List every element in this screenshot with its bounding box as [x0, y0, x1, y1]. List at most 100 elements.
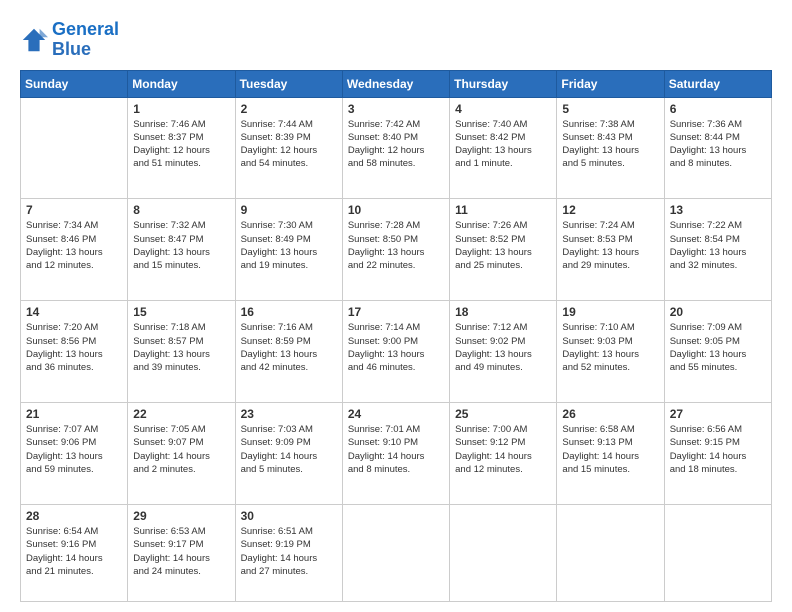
day-number: 17 [348, 305, 444, 319]
logo-icon [20, 26, 48, 54]
calendar-cell: 6Sunrise: 7:36 AM Sunset: 8:44 PM Daylig… [664, 97, 771, 199]
day-info: Sunrise: 7:24 AM Sunset: 8:53 PM Dayligh… [562, 219, 658, 272]
weekday-friday: Friday [557, 70, 664, 97]
calendar-table: SundayMondayTuesdayWednesdayThursdayFrid… [20, 70, 772, 602]
calendar-cell [664, 504, 771, 601]
day-number: 2 [241, 102, 337, 116]
day-info: Sunrise: 7:26 AM Sunset: 8:52 PM Dayligh… [455, 219, 551, 272]
day-info: Sunrise: 6:58 AM Sunset: 9:13 PM Dayligh… [562, 423, 658, 476]
day-number: 27 [670, 407, 766, 421]
day-number: 1 [133, 102, 229, 116]
calendar-cell: 13Sunrise: 7:22 AM Sunset: 8:54 PM Dayli… [664, 199, 771, 301]
day-info: Sunrise: 7:40 AM Sunset: 8:42 PM Dayligh… [455, 118, 551, 171]
day-number: 9 [241, 203, 337, 217]
day-number: 22 [133, 407, 229, 421]
calendar-cell: 16 Sunrise: 7:16 AM Sunset: 8:59 PM Dayli… [235, 301, 342, 403]
day-info: Sunrise: 7:10 AM Sunset: 9:03 PM Dayligh… [562, 321, 658, 374]
day-number: 4 [455, 102, 551, 116]
day-info: Sunrise: 7:36 AM Sunset: 8:44 PM Dayligh… [670, 118, 766, 171]
week-row-2: 7 Sunrise: 7:34 AM Sunset: 8:46 PM Daylig… [21, 199, 772, 301]
day-info: Sunrise: 7:14 AM Sunset: 9:00 PM Dayligh… [348, 321, 444, 374]
week-row-1: 1 Sunrise: 7:46 AM Sunset: 8:37 PM Daylig… [21, 97, 772, 199]
calendar-cell: 5 Sunrise: 7:38 AM Sunset: 8:43 PM Daylig… [557, 97, 664, 199]
calendar-cell: 20 Sunrise: 7:09 AM Sunset: 9:05 PM Dayli… [664, 301, 771, 403]
day-info: Sunrise: 7:32 AM Sunset: 8:47 PM Dayligh… [133, 219, 229, 272]
logo-text: General Blue [52, 20, 119, 60]
day-info: Sunrise: 6:56 AM Sunset: 9:15 PM Dayligh… [670, 423, 766, 476]
day-info: Sunrise: 7:16 AM Sunset: 8:59 PM Dayligh… [241, 321, 337, 374]
calendar-cell: 3 Sunrise: 7:42 AM Sunset: 8:40 PM Daylig… [342, 97, 449, 199]
day-number: 7 [26, 203, 122, 217]
day-info: Sunrise: 6:51 AM Sunset: 9:19 PM Dayligh… [241, 525, 337, 578]
day-info: Sunrise: 6:54 AM Sunset: 9:16 PM Dayligh… [26, 525, 122, 578]
calendar-cell: 18 Sunrise: 7:12 AM Sunset: 9:02 PM Dayli… [450, 301, 557, 403]
day-number: 20 [670, 305, 766, 319]
calendar-cell: 2Sunrise: 7:44 AM Sunset: 8:39 PM Daylig… [235, 97, 342, 199]
day-info: Sunrise: 6:53 AM Sunset: 9:17 PM Dayligh… [133, 525, 229, 578]
weekday-tuesday: Tuesday [235, 70, 342, 97]
day-number: 26 [562, 407, 658, 421]
day-number: 16 [241, 305, 337, 319]
calendar-cell: 25Sunrise: 7:00 AM Sunset: 9:12 PM Dayli… [450, 403, 557, 505]
weekday-monday: Monday [128, 70, 235, 97]
day-info: Sunrise: 7:05 AM Sunset: 9:07 PM Dayligh… [133, 423, 229, 476]
header: General Blue [20, 20, 772, 60]
day-info: Sunrise: 7:30 AM Sunset: 8:49 PM Dayligh… [241, 219, 337, 272]
calendar-cell: 23 Sunrise: 7:03 AM Sunset: 9:09 PM Dayli… [235, 403, 342, 505]
day-number: 28 [26, 509, 122, 523]
calendar-cell: 14Sunrise: 7:20 AM Sunset: 8:56 PM Dayli… [21, 301, 128, 403]
day-info: Sunrise: 7:09 AM Sunset: 9:05 PM Dayligh… [670, 321, 766, 374]
calendar-cell: 12 Sunrise: 7:24 AM Sunset: 8:53 PM Dayli… [557, 199, 664, 301]
calendar-cell: 30 Sunrise: 6:51 AM Sunset: 9:19 PM Dayli… [235, 504, 342, 601]
calendar-cell: 10Sunrise: 7:28 AM Sunset: 8:50 PM Dayli… [342, 199, 449, 301]
calendar-cell: 24Sunrise: 7:01 AM Sunset: 9:10 PM Dayli… [342, 403, 449, 505]
calendar-cell: 29 Sunrise: 6:53 AM Sunset: 9:17 PM Dayli… [128, 504, 235, 601]
calendar-cell: 26 Sunrise: 6:58 AM Sunset: 9:13 PM Dayli… [557, 403, 664, 505]
page: General Blue SundayMondayTuesdayWednesda… [0, 0, 792, 612]
day-number: 30 [241, 509, 337, 523]
day-info: Sunrise: 7:18 AM Sunset: 8:57 PM Dayligh… [133, 321, 229, 374]
weekday-saturday: Saturday [664, 70, 771, 97]
weekday-wednesday: Wednesday [342, 70, 449, 97]
day-number: 12 [562, 203, 658, 217]
calendar-cell: 1 Sunrise: 7:46 AM Sunset: 8:37 PM Daylig… [128, 97, 235, 199]
day-info: Sunrise: 7:34 AM Sunset: 8:46 PM Dayligh… [26, 219, 122, 272]
calendar-cell: 28 Sunrise: 6:54 AM Sunset: 9:16 PM Dayli… [21, 504, 128, 601]
day-info: Sunrise: 7:20 AM Sunset: 8:56 PM Dayligh… [26, 321, 122, 374]
day-number: 3 [348, 102, 444, 116]
week-row-5: 28 Sunrise: 6:54 AM Sunset: 9:16 PM Dayli… [21, 504, 772, 601]
day-info: Sunrise: 7:03 AM Sunset: 9:09 PM Dayligh… [241, 423, 337, 476]
day-info: Sunrise: 7:42 AM Sunset: 8:40 PM Dayligh… [348, 118, 444, 171]
calendar-cell [557, 504, 664, 601]
day-number: 18 [455, 305, 551, 319]
day-info: Sunrise: 7:00 AM Sunset: 9:12 PM Dayligh… [455, 423, 551, 476]
calendar-cell [450, 504, 557, 601]
day-number: 11 [455, 203, 551, 217]
calendar-cell: 22 Sunrise: 7:05 AM Sunset: 9:07 PM Dayli… [128, 403, 235, 505]
calendar-cell: 27 Sunrise: 6:56 AM Sunset: 9:15 PM Dayli… [664, 403, 771, 505]
weekday-thursday: Thursday [450, 70, 557, 97]
calendar-cell: 7 Sunrise: 7:34 AM Sunset: 8:46 PM Daylig… [21, 199, 128, 301]
calendar-cell: 17 Sunrise: 7:14 AM Sunset: 9:00 PM Dayli… [342, 301, 449, 403]
day-info: Sunrise: 7:38 AM Sunset: 8:43 PM Dayligh… [562, 118, 658, 171]
day-number: 15 [133, 305, 229, 319]
weekday-header-row: SundayMondayTuesdayWednesdayThursdayFrid… [21, 70, 772, 97]
day-number: 29 [133, 509, 229, 523]
day-info: Sunrise: 7:46 AM Sunset: 8:37 PM Dayligh… [133, 118, 229, 171]
calendar-cell: 4 Sunrise: 7:40 AM Sunset: 8:42 PM Daylig… [450, 97, 557, 199]
day-number: 5 [562, 102, 658, 116]
calendar-cell: 8 Sunrise: 7:32 AM Sunset: 8:47 PM Daylig… [128, 199, 235, 301]
day-number: 10 [348, 203, 444, 217]
week-row-3: 14Sunrise: 7:20 AM Sunset: 8:56 PM Dayli… [21, 301, 772, 403]
day-number: 21 [26, 407, 122, 421]
day-number: 23 [241, 407, 337, 421]
calendar-cell: 19 Sunrise: 7:10 AM Sunset: 9:03 PM Dayli… [557, 301, 664, 403]
calendar-cell [21, 97, 128, 199]
day-number: 13 [670, 203, 766, 217]
day-info: Sunrise: 7:12 AM Sunset: 9:02 PM Dayligh… [455, 321, 551, 374]
day-number: 19 [562, 305, 658, 319]
calendar-cell [342, 504, 449, 601]
calendar-cell: 21Sunrise: 7:07 AM Sunset: 9:06 PM Dayli… [21, 403, 128, 505]
calendar-cell: 11 Sunrise: 7:26 AM Sunset: 8:52 PM Dayli… [450, 199, 557, 301]
day-number: 8 [133, 203, 229, 217]
